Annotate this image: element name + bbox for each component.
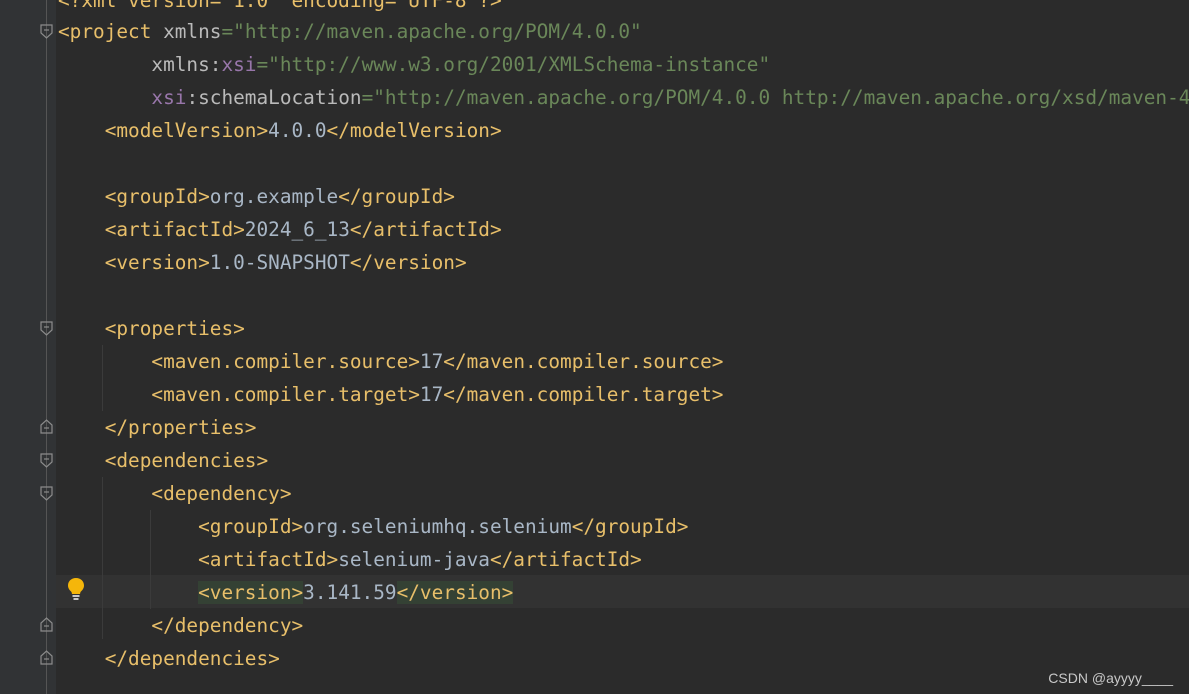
attribute-value: "http://maven.apache.org/POM/4.0.0 http:…: [373, 86, 1189, 109]
code-line-compiler-source[interactable]: <maven.compiler.source>17</maven.compile…: [58, 345, 1189, 378]
code-line-group-id[interactable]: <groupId>org.example</groupId>: [58, 180, 1189, 213]
code-line-dep-artifact-id[interactable]: <artifactId>selenium-java</artifactId>: [58, 543, 1189, 576]
tag-content: 17: [419, 383, 444, 406]
code-line-dependency-open[interactable]: <dependency>: [58, 477, 1189, 510]
tag-close: </maven.compiler.source>: [443, 350, 724, 373]
attribute-value: "http://www.w3.org/2001/XMLSchema-instan…: [268, 53, 771, 76]
code-line-model-version[interactable]: <modelVersion>4.0.0</modelVersion>: [58, 114, 1189, 147]
code-line-dependencies-open[interactable]: <dependencies>: [58, 444, 1189, 477]
tag-content: 2024_6_13: [244, 218, 350, 241]
tag-open: <version>: [104, 251, 210, 274]
tag-open: <artifactId>: [104, 218, 245, 241]
attribute-name: :schemaLocation: [186, 86, 362, 109]
attribute-equals: =: [361, 86, 374, 109]
attribute-name: xmlns:: [151, 53, 222, 76]
gutter-divider: [46, 0, 47, 694]
tag-close: </groupId>: [571, 515, 689, 538]
xml-declaration: <?xml version="1.0" encoding="UTF-8"?>: [58, 0, 502, 12]
namespace-prefix: xsi: [221, 53, 257, 76]
tag-close: </maven.compiler.target>: [443, 383, 724, 406]
attribute-name: xmlns: [151, 20, 222, 43]
tag-content: selenium-java: [338, 548, 490, 571]
code-line-xmlns-xsi[interactable]: xmlns:xsi="http://www.w3.org/2001/XMLSch…: [58, 48, 1189, 81]
tag-content: 3.141.59: [303, 581, 397, 604]
tag-close: </properties>: [104, 416, 257, 439]
tag-open: <maven.compiler.target>: [151, 383, 420, 406]
code-line-dependency-close[interactable]: </dependency>: [58, 609, 1189, 642]
code-line-properties-close[interactable]: </properties>: [58, 411, 1189, 444]
attribute-equals: =: [256, 53, 269, 76]
fold-open-icon[interactable]: [40, 321, 53, 336]
namespace-prefix: xsi: [151, 86, 187, 109]
code-line-project-open[interactable]: <project xmlns="http://maven.apache.org/…: [58, 15, 1189, 48]
tag-open: <artifactId>: [198, 548, 339, 571]
tag-close: </modelVersion>: [326, 119, 502, 142]
tag-close: </dependency>: [151, 614, 304, 637]
watermark: CSDN @ayyyy____: [1048, 670, 1173, 686]
tag-close: </groupId>: [338, 185, 455, 208]
editor-gutter[interactable]: [0, 0, 56, 694]
tag-close: </dependencies>: [104, 647, 280, 670]
code-line-properties-open[interactable]: <properties>: [58, 312, 1189, 345]
tag-open: <groupId>: [104, 185, 210, 208]
fold-open-icon[interactable]: [40, 486, 53, 501]
tag-content: org.seleniumhq.selenium: [303, 515, 572, 538]
code-line-schema-location[interactable]: xsi:schemaLocation="http://maven.apache.…: [58, 81, 1189, 114]
code-line-compiler-target[interactable]: <maven.compiler.target>17</maven.compile…: [58, 378, 1189, 411]
tag-open: <maven.compiler.source>: [151, 350, 420, 373]
fold-close-icon[interactable]: [40, 650, 53, 665]
tag-open-matched: <version>: [198, 581, 304, 604]
code-line-dependencies-close[interactable]: </dependencies>: [58, 642, 1189, 675]
tag-open: <modelVersion>: [104, 119, 269, 142]
code-line-dep-version[interactable]: <version>3.141.59</version>: [58, 576, 1189, 609]
tag-close: </artifactId>: [349, 218, 502, 241]
tag-close: </artifactId>: [489, 548, 642, 571]
tag-close-matched: </version>: [396, 581, 514, 604]
tag-open: <project: [58, 20, 152, 43]
tag-open: <dependencies>: [104, 449, 269, 472]
tag-open: <groupId>: [198, 515, 304, 538]
tag-close: </version>: [349, 251, 467, 274]
code-line-dep-group-id[interactable]: <groupId>org.seleniumhq.selenium</groupI…: [58, 510, 1189, 543]
attribute-value: "http://maven.apache.org/POM/4.0.0": [233, 20, 642, 43]
tag-content: org.example: [209, 185, 339, 208]
code-line-version[interactable]: <version>1.0-SNAPSHOT</version>: [58, 246, 1189, 279]
tag-open: <dependency>: [151, 482, 292, 505]
fold-close-icon[interactable]: [40, 617, 53, 632]
tag-content: 4.0.0: [268, 119, 327, 142]
tag-content: 1.0-SNAPSHOT: [209, 251, 350, 274]
tag-open: <properties>: [104, 317, 245, 340]
fold-open-icon[interactable]: [40, 453, 53, 468]
attribute-equals: =: [221, 20, 234, 43]
tag-content: 17: [419, 350, 444, 373]
fold-open-icon[interactable]: [40, 24, 53, 39]
code-line-artifact-id[interactable]: <artifactId>2024_6_13</artifactId>: [58, 213, 1189, 246]
fold-close-icon[interactable]: [40, 419, 53, 434]
